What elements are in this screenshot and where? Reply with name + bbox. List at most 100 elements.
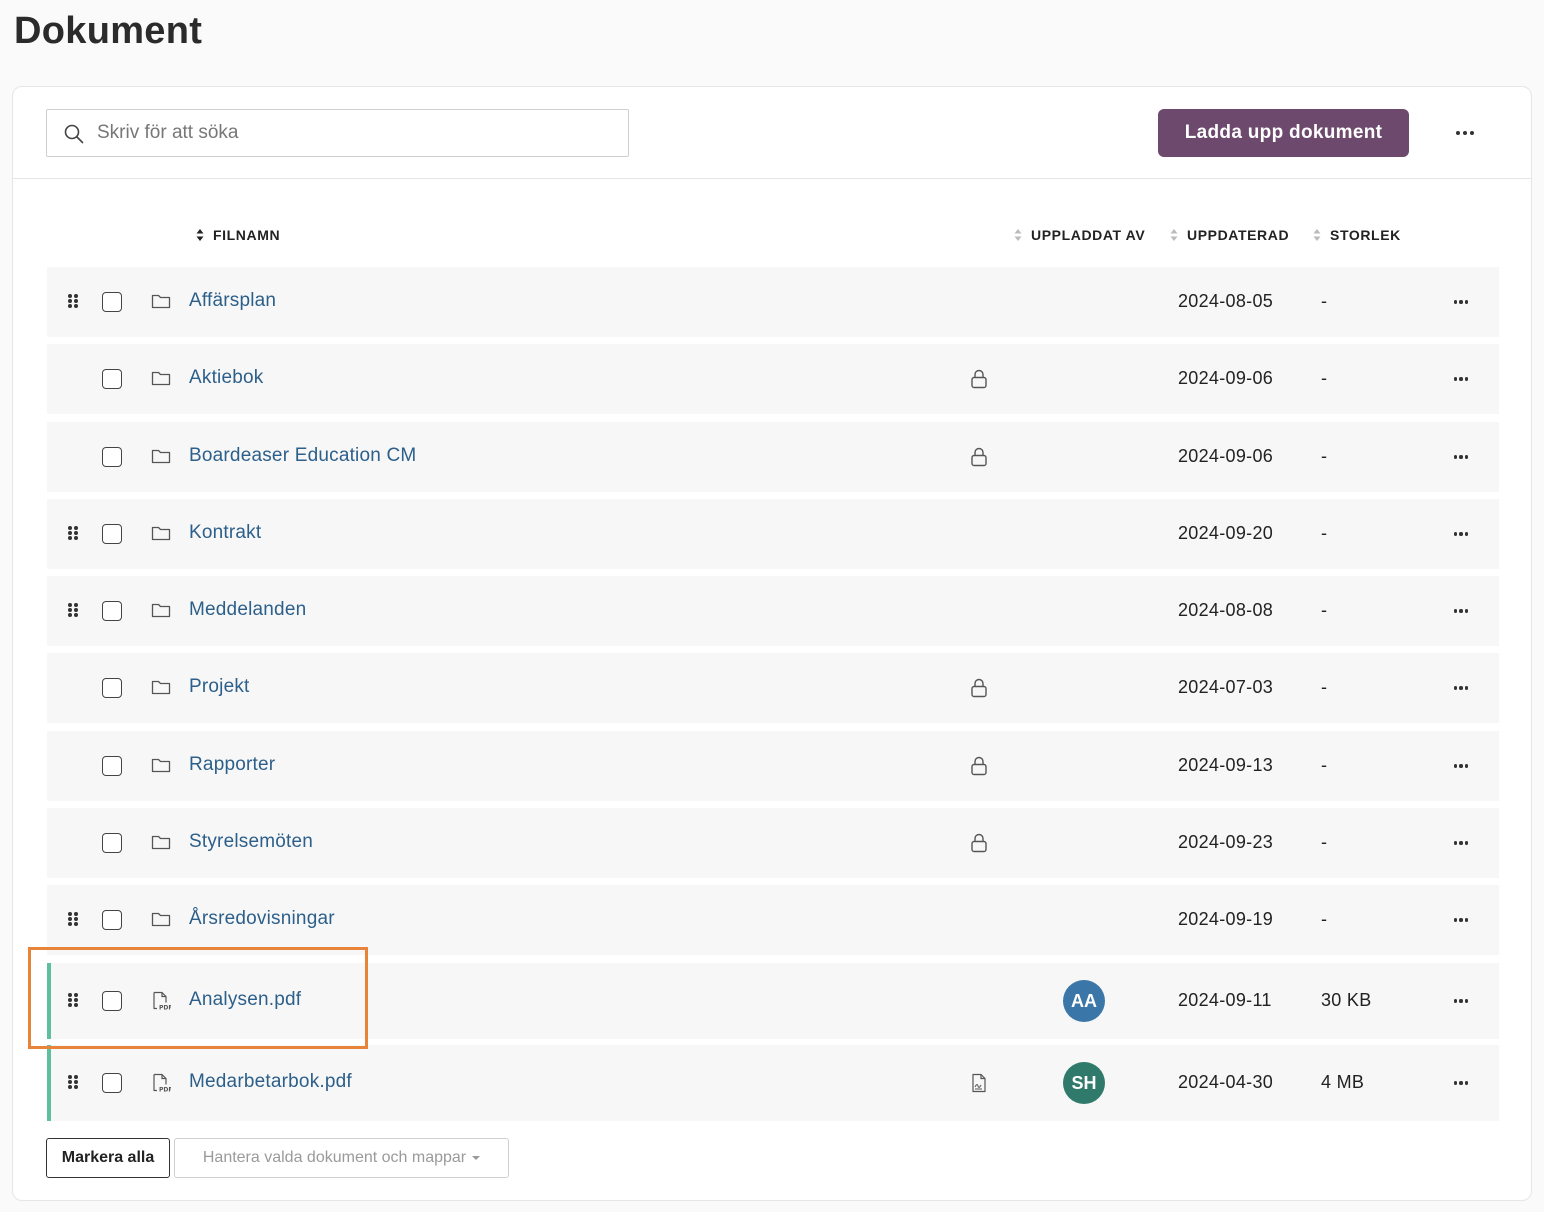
row-checkbox[interactable] — [102, 756, 122, 776]
column-header-size[interactable]: STORLEK — [1313, 225, 1401, 245]
row-more-button[interactable] — [1445, 910, 1477, 930]
row-checkbox[interactable] — [102, 833, 122, 853]
row-more-button[interactable] — [1445, 447, 1477, 467]
folder-icon — [151, 523, 171, 543]
updated-date: 2024-04-30 — [1178, 1072, 1274, 1092]
sort-icon — [196, 229, 204, 241]
drag-handle-icon[interactable] — [67, 602, 79, 618]
table-row[interactable]: PDF Analysen.pdf AA 2024-09-11 30 KB — [47, 963, 1499, 1039]
updated-date: 2024-09-23 — [1178, 832, 1274, 852]
row-checkbox[interactable] — [102, 1073, 122, 1093]
row-more-button[interactable] — [1445, 292, 1477, 312]
svg-text:PDF: PDF — [159, 1087, 171, 1094]
toolbar: Ladda upp dokument — [13, 87, 1531, 179]
table-row[interactable]: Affärsplan 2024-08-05 - — [47, 267, 1499, 337]
drag-handle-icon[interactable] — [67, 992, 79, 1008]
folder-icon — [151, 677, 171, 697]
folder-icon — [151, 832, 171, 852]
file-size: - — [1321, 446, 1328, 466]
row-checkbox[interactable] — [102, 369, 122, 389]
row-checkbox[interactable] — [102, 601, 122, 621]
table-row[interactable]: PDF Medarbetarbok.pdf SH 2024-04-30 4 MB — [47, 1045, 1499, 1121]
pdf-file-icon: PDF — [151, 1073, 172, 1094]
row-checkbox[interactable] — [102, 292, 122, 312]
row-checkbox[interactable] — [102, 991, 122, 1011]
select-all-button[interactable]: Markera alla — [46, 1138, 170, 1178]
table-row[interactable]: Boardeaser Education CM 2024-09-06 - — [47, 422, 1499, 492]
row-more-button[interactable] — [1445, 601, 1477, 621]
row-name-link[interactable]: Medarbetarbok.pdf — [189, 1071, 352, 1093]
drag-handle-icon[interactable] — [67, 293, 79, 309]
updated-date: 2024-09-11 — [1178, 990, 1272, 1010]
folder-icon — [151, 600, 171, 620]
drag-handle-icon[interactable] — [67, 1074, 79, 1090]
row-marker — [47, 963, 51, 1039]
more-icon — [1453, 532, 1458, 536]
drag-handle-icon[interactable] — [67, 525, 79, 541]
row-name-link[interactable]: Affärsplan — [189, 290, 276, 312]
row-name-link[interactable]: Projekt — [189, 676, 250, 698]
table-row[interactable]: Kontrakt 2024-09-20 - — [47, 499, 1499, 569]
more-icon — [1453, 1081, 1458, 1085]
upload-document-button[interactable]: Ladda upp dokument — [1158, 109, 1409, 157]
row-more-button[interactable] — [1445, 678, 1477, 698]
row-name-link[interactable]: Analysen.pdf — [189, 989, 301, 1011]
table-row[interactable]: Meddelanden 2024-08-08 - — [47, 576, 1499, 646]
more-icon — [1453, 455, 1458, 459]
row-more-button[interactable] — [1445, 991, 1477, 1011]
row-more-button[interactable] — [1445, 369, 1477, 389]
search-icon — [64, 124, 84, 144]
row-checkbox[interactable] — [102, 678, 122, 698]
row-checkbox[interactable] — [102, 524, 122, 544]
table-row[interactable]: Aktiebok 2024-09-06 - — [47, 344, 1499, 414]
file-size: 4 MB — [1321, 1072, 1365, 1092]
column-header-updated[interactable]: UPPDATERAD — [1170, 225, 1289, 245]
folder-icon — [151, 446, 171, 466]
file-size: - — [1321, 600, 1328, 620]
more-options-button[interactable] — [1449, 119, 1481, 147]
file-size: - — [1321, 677, 1328, 697]
table-row[interactable]: Rapporter 2024-09-13 - — [47, 731, 1499, 801]
row-name-link[interactable]: Kontrakt — [189, 522, 261, 544]
row-checkbox[interactable] — [102, 447, 122, 467]
more-icon — [1453, 918, 1458, 922]
row-name-link[interactable]: Meddelanden — [189, 599, 306, 621]
updated-date: 2024-09-06 — [1178, 368, 1274, 388]
table-row[interactable]: Årsredovisningar 2024-09-19 - — [47, 885, 1499, 955]
updated-date: 2024-09-19 — [1178, 909, 1274, 929]
sort-icon — [1014, 229, 1022, 241]
folder-icon — [151, 755, 171, 775]
folder-icon — [151, 368, 171, 388]
avatar: AA — [1063, 980, 1105, 1022]
row-name-link[interactable]: Årsredovisningar — [189, 908, 335, 930]
table-row[interactable]: Styrelsemöten 2024-09-23 - — [47, 808, 1499, 878]
more-icon — [1453, 999, 1458, 1003]
file-size: - — [1321, 291, 1328, 311]
file-size: - — [1321, 832, 1328, 852]
row-name-link[interactable]: Aktiebok — [189, 367, 263, 389]
svg-text:PDF: PDF — [159, 1005, 171, 1012]
drag-handle-icon[interactable] — [67, 911, 79, 927]
lock-icon — [970, 756, 988, 776]
row-name-link[interactable]: Rapporter — [189, 754, 275, 776]
row-more-button[interactable] — [1445, 756, 1477, 776]
folder-icon — [151, 291, 171, 311]
row-marker — [47, 1045, 51, 1121]
signed-document-icon — [970, 1073, 988, 1093]
row-more-button[interactable] — [1445, 1073, 1477, 1093]
row-name-link[interactable]: Boardeaser Education CM — [189, 445, 416, 467]
row-checkbox[interactable] — [102, 910, 122, 930]
more-icon — [1453, 609, 1458, 613]
search-input[interactable] — [97, 110, 617, 156]
column-header-filename[interactable]: FILNAMN — [196, 225, 280, 245]
row-more-button[interactable] — [1445, 833, 1477, 853]
documents-card: Ladda upp dokument FILNAMN UPPLADDAT AV … — [12, 86, 1532, 1201]
table-row[interactable]: Projekt 2024-07-03 - — [47, 653, 1499, 723]
manage-selected-dropdown[interactable]: Hantera valda dokument och mappar — [174, 1138, 509, 1178]
search-box[interactable] — [46, 109, 629, 157]
row-more-button[interactable] — [1445, 524, 1477, 544]
column-header-uploaded-by[interactable]: UPPLADDAT AV — [1014, 225, 1145, 245]
lock-icon — [970, 369, 988, 389]
row-name-link[interactable]: Styrelsemöten — [189, 831, 313, 853]
file-size: - — [1321, 523, 1328, 543]
